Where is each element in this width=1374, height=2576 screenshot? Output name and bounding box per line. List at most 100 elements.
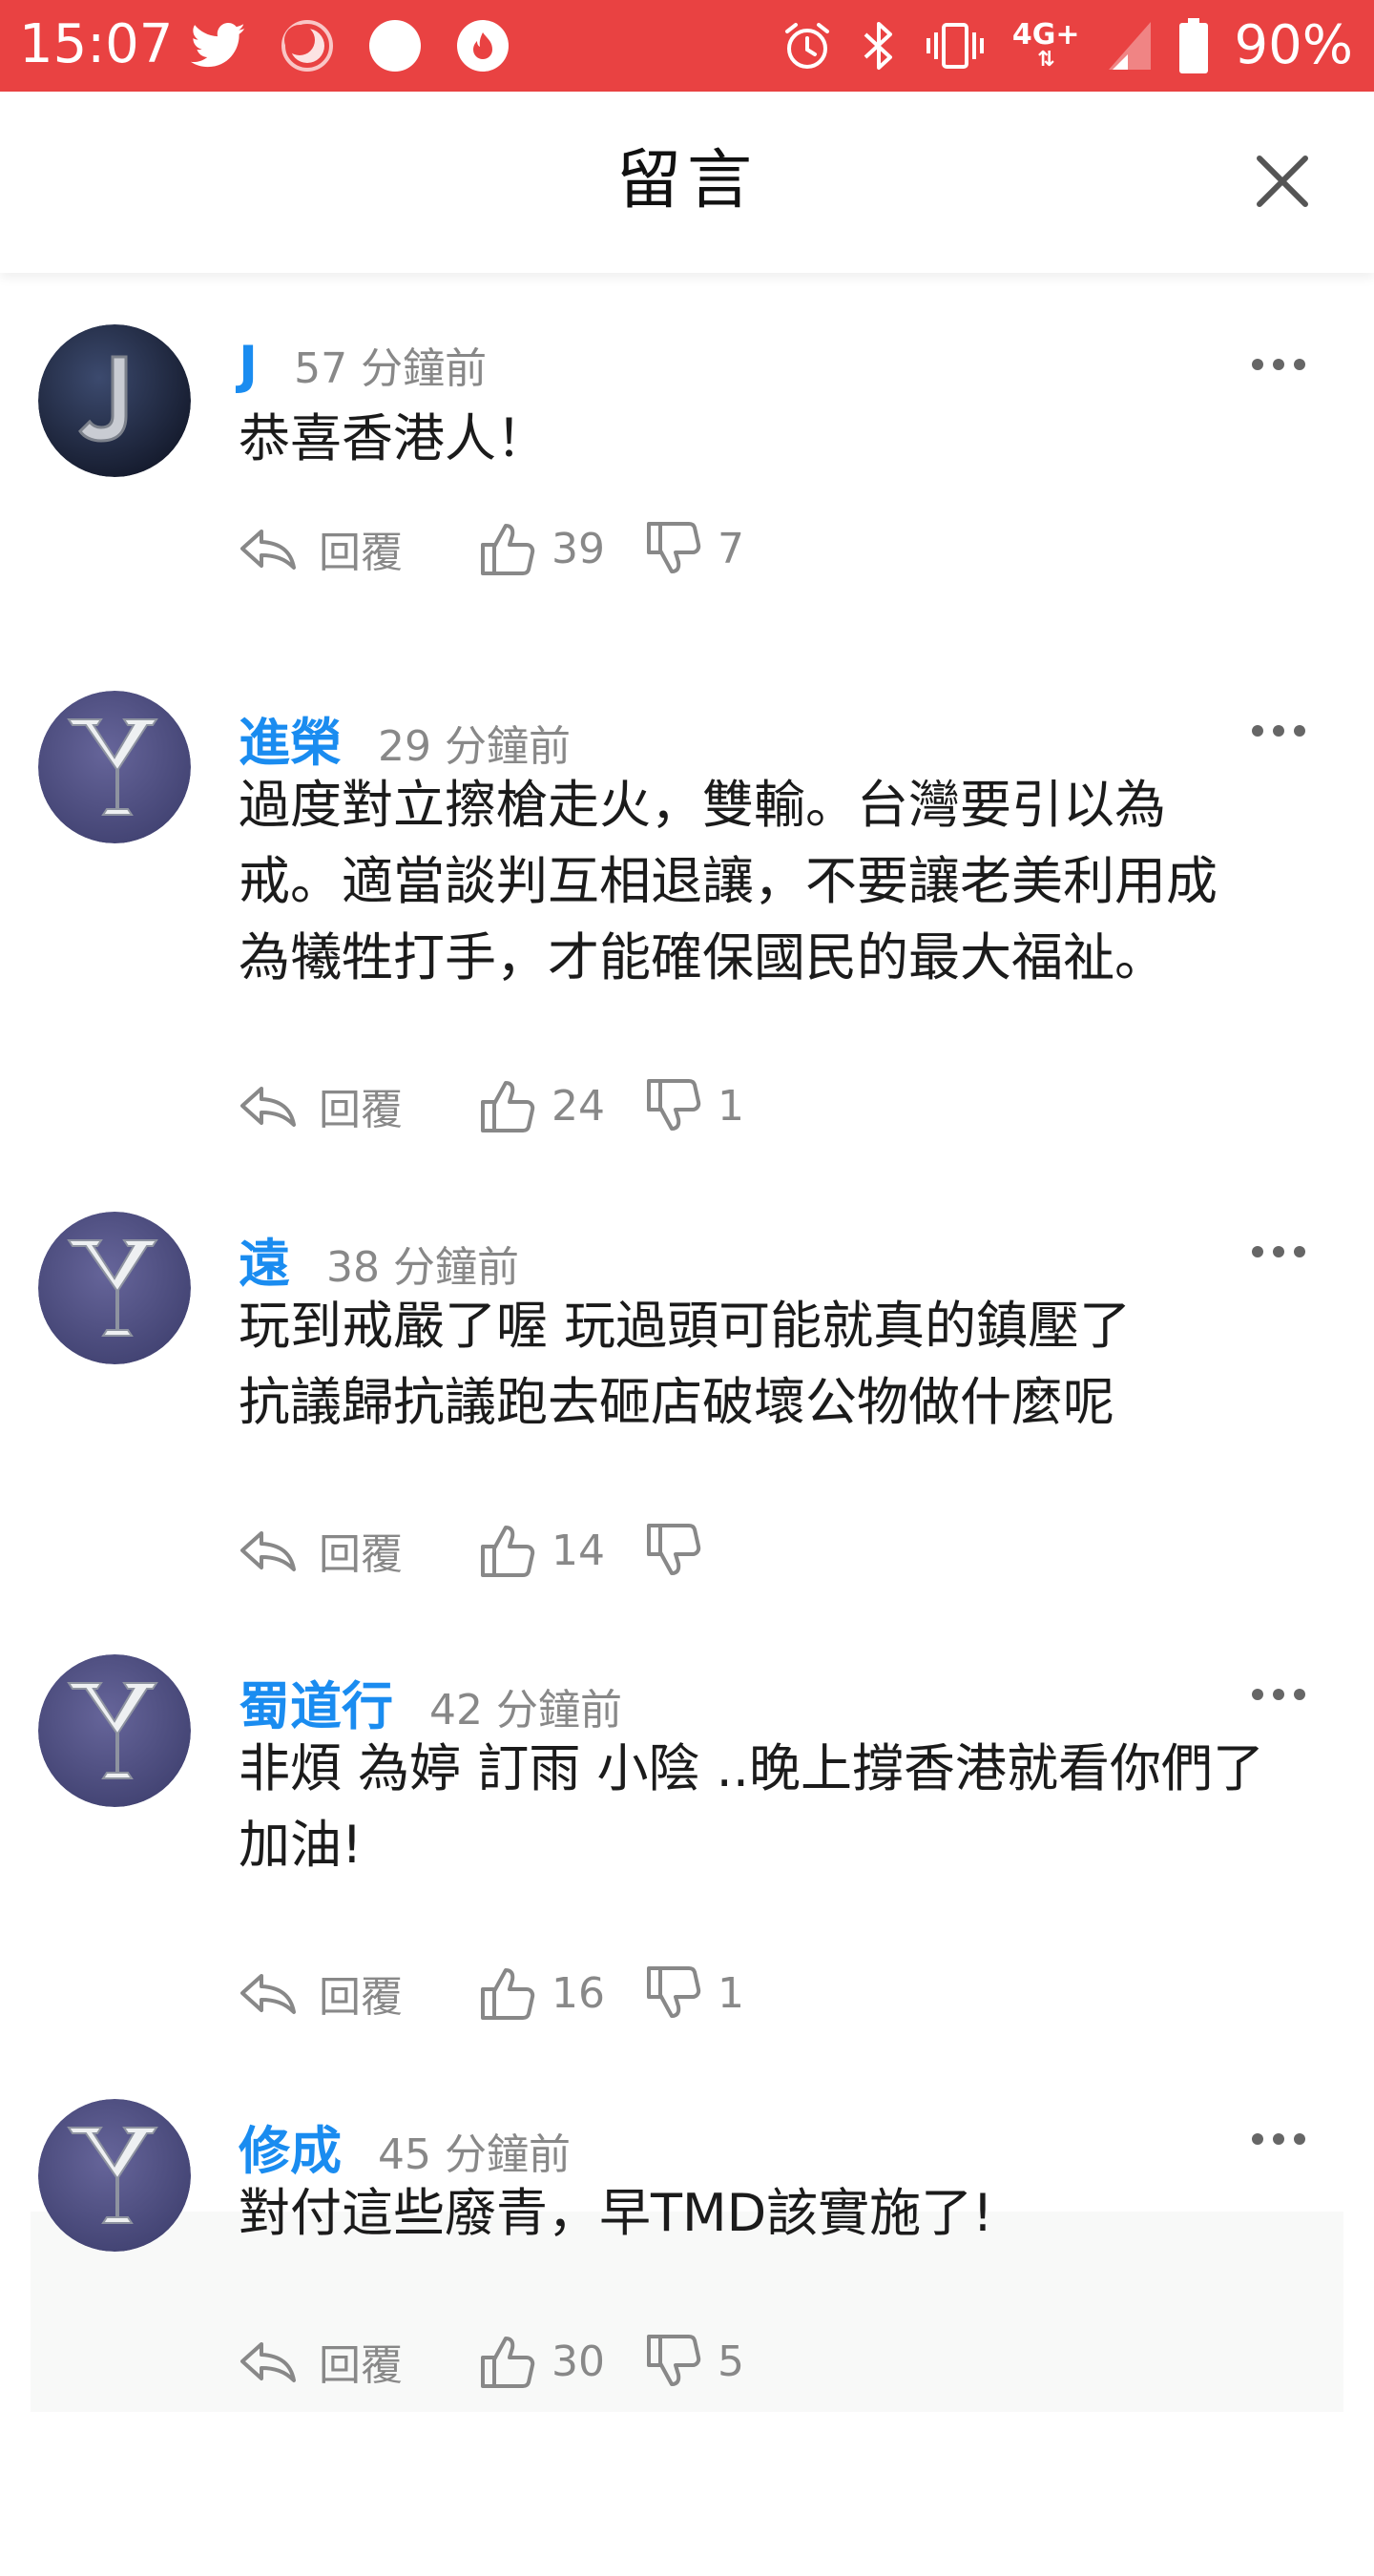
reply-button[interactable]: 回覆 bbox=[239, 2331, 479, 2392]
status-bar: 15:07 4G+ ⇅ 90% bbox=[0, 0, 1374, 92]
thumbs-up-icon bbox=[481, 1968, 535, 2020]
reply-button[interactable]: 回覆 bbox=[239, 518, 479, 579]
comment-actions: 回覆 30 5 bbox=[239, 2328, 744, 2395]
close-icon[interactable] bbox=[1252, 151, 1313, 212]
comment-meta: 修成 45 分鐘前 bbox=[239, 2109, 571, 2181]
reply-label: 回覆 bbox=[319, 2341, 403, 2390]
more-options-icon[interactable] bbox=[1250, 1685, 1307, 1704]
thumbs-up-icon bbox=[481, 524, 535, 575]
thumbs-down-icon bbox=[647, 1079, 701, 1131]
comment-item: 蜀道行 42 分鐘前 非煩 為婷 訂雨 小陰 ..晚上撐香港就看你們了 加油! … bbox=[0, 1654, 1374, 2131]
reply-label: 回覆 bbox=[319, 1973, 403, 2022]
avatar[interactable] bbox=[38, 691, 191, 843]
dislike-count: 1 bbox=[718, 1968, 744, 2018]
comment-text: 對付這些廢青，早TMD該實施了! bbox=[239, 2183, 993, 2243]
comment-username[interactable]: 修成 bbox=[239, 2109, 342, 2184]
thumbs-up-icon bbox=[481, 2337, 535, 2388]
reply-icon bbox=[240, 1974, 296, 2014]
avatar[interactable] bbox=[38, 1654, 191, 1807]
moon-icon bbox=[281, 20, 333, 72]
like-button[interactable]: 39 bbox=[479, 520, 645, 577]
comment-time: 42 分鐘前 bbox=[429, 1686, 622, 1735]
comment-item: 進榮 29 分鐘前 過度對立擦槍走火，雙輸。台灣要引以為 戒。適當談判互相退讓，… bbox=[0, 691, 1374, 1168]
battery-percent: 90% bbox=[1234, 14, 1353, 76]
comment-item: 修成 45 分鐘前 對付這些廢青，早TMD該實施了! 回覆 30 5 bbox=[0, 2099, 1374, 2576]
comment-text: 過度對立擦槍走火，雙輸。台灣要引以為 戒。適當談判互相退讓，不要讓老美利用成 為… bbox=[239, 775, 1218, 987]
comment-username[interactable]: 進榮 bbox=[239, 700, 342, 776]
reply-icon bbox=[240, 2342, 296, 2382]
comment-actions: 回覆 16 1 bbox=[239, 1960, 744, 2026]
thumbs-down-icon bbox=[647, 1966, 701, 2018]
like-count: 24 bbox=[552, 1081, 605, 1131]
comment-username[interactable]: J bbox=[239, 335, 258, 395]
more-options-icon[interactable] bbox=[1250, 721, 1307, 740]
thumbs-down-icon bbox=[647, 1524, 701, 1575]
reply-button[interactable]: 回覆 bbox=[239, 1075, 479, 1136]
like-count: 30 bbox=[552, 2337, 605, 2386]
more-options-icon[interactable] bbox=[1250, 1242, 1307, 1261]
thumbs-up-icon bbox=[481, 1081, 535, 1132]
like-count: 39 bbox=[552, 524, 605, 573]
flame-icon bbox=[457, 20, 509, 72]
thumbs-up-icon bbox=[481, 1526, 535, 1577]
comment-meta: 蜀道行 42 分鐘前 bbox=[239, 1664, 622, 1736]
status-time: 15:07 bbox=[19, 13, 174, 75]
alarm-icon bbox=[784, 23, 829, 69]
avatar[interactable] bbox=[38, 2099, 191, 2252]
dislike-count: 1 bbox=[718, 1081, 744, 1131]
reply-label: 回覆 bbox=[319, 529, 403, 577]
bluetooth-icon bbox=[864, 22, 892, 70]
comment-meta: J 57 分鐘前 bbox=[239, 334, 487, 401]
like-button[interactable]: 24 bbox=[479, 1077, 645, 1134]
comment-username[interactable]: 遠 bbox=[239, 1221, 290, 1297]
comment-meta: 遠 38 分鐘前 bbox=[239, 1221, 519, 1294]
signal-icon bbox=[1108, 22, 1151, 70]
avatar[interactable] bbox=[38, 324, 191, 477]
reply-icon bbox=[240, 530, 296, 570]
like-button[interactable]: 30 bbox=[479, 2333, 645, 2390]
comment-item: 遠 38 分鐘前 玩到戒嚴了喔 玩過頭可能就真的鎮壓了 抗議歸抗議跑去砸店破壞公… bbox=[0, 1212, 1374, 1689]
comment-text: 非煩 為婷 訂雨 小陰 ..晚上撐香港就看你們了 加油! bbox=[239, 1738, 1264, 1875]
more-options-icon[interactable] bbox=[1250, 2129, 1307, 2149]
comment-actions: 回覆 39 7 bbox=[239, 515, 744, 582]
like-button[interactable]: 16 bbox=[479, 1964, 645, 2022]
reply-icon bbox=[240, 1531, 296, 1571]
dislike-count: 7 bbox=[718, 524, 744, 573]
lte-icon: 4G+ ⇅ bbox=[1011, 18, 1080, 72]
comment-text: 玩到戒嚴了喔 玩過頭可能就真的鎮壓了 抗議歸抗議跑去砸店破壞公物做什麼呢 bbox=[239, 1296, 1132, 1432]
dislike-button[interactable]: 5 bbox=[645, 2333, 744, 2390]
twitter-icon bbox=[191, 23, 245, 68]
thumbs-down-icon bbox=[647, 2335, 701, 2386]
comment-meta: 進榮 29 分鐘前 bbox=[239, 700, 571, 773]
vibrate-icon bbox=[926, 23, 984, 69]
comment-text: 恭喜香港人！ bbox=[239, 408, 548, 468]
reply-button[interactable]: 回覆 bbox=[239, 1963, 479, 2024]
reply-label: 回覆 bbox=[319, 1086, 403, 1134]
comment-time: 45 分鐘前 bbox=[378, 2130, 571, 2179]
page-title: 留言 bbox=[615, 143, 758, 218]
dislike-button[interactable]: 1 bbox=[645, 1964, 744, 2022]
dislike-button[interactable]: 7 bbox=[645, 520, 744, 577]
comment-username[interactable]: 蜀道行 bbox=[239, 1664, 393, 1739]
comments-header: 留言 bbox=[0, 92, 1374, 273]
battery-icon bbox=[1178, 18, 1208, 73]
like-button[interactable]: 14 bbox=[479, 1522, 645, 1579]
like-count: 14 bbox=[552, 1526, 605, 1575]
reply-button[interactable]: 回覆 bbox=[239, 1520, 479, 1581]
comment-actions: 回覆 14 bbox=[239, 1517, 718, 1584]
avatar[interactable] bbox=[38, 1212, 191, 1364]
like-count: 16 bbox=[552, 1968, 605, 2018]
comment-time: 38 分鐘前 bbox=[326, 1243, 519, 1292]
dislike-count: 5 bbox=[718, 2337, 744, 2386]
comment-time: 29 分鐘前 bbox=[378, 722, 571, 771]
comment-time: 57 分鐘前 bbox=[294, 344, 488, 393]
system-icons: 4G+ ⇅ 90% bbox=[781, 13, 1353, 78]
dislike-button[interactable] bbox=[645, 1522, 718, 1579]
dislike-button[interactable]: 1 bbox=[645, 1077, 744, 1134]
reply-label: 回覆 bbox=[319, 1530, 403, 1579]
thumbs-down-icon bbox=[647, 522, 701, 573]
comment-actions: 回覆 24 1 bbox=[239, 1072, 744, 1139]
reply-icon bbox=[240, 1087, 296, 1127]
more-options-icon[interactable] bbox=[1250, 355, 1307, 374]
circle-icon bbox=[369, 20, 421, 72]
